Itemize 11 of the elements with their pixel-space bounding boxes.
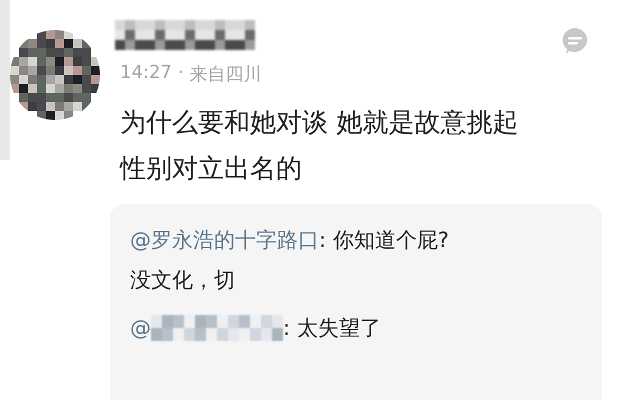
comment-text: 为什么要和她对谈 她就是故意挑起 xyxy=(120,107,520,140)
comment-icon[interactable] xyxy=(560,26,590,56)
reply-text: 没文化，切 xyxy=(130,267,235,294)
separator-dot: · xyxy=(178,62,184,85)
reply-text: : 太失望了 xyxy=(283,315,381,342)
reply-text: : 你知道个屁? xyxy=(319,227,449,254)
reply-author[interactable]: @罗永浩的十字路口 xyxy=(130,220,319,260)
reply-author[interactable]: @ xyxy=(130,308,151,348)
comment-time: 14:27 xyxy=(120,62,172,85)
comment-location: 来自四川 xyxy=(190,63,262,86)
comment-text: 性别对立出名的 xyxy=(120,153,303,186)
